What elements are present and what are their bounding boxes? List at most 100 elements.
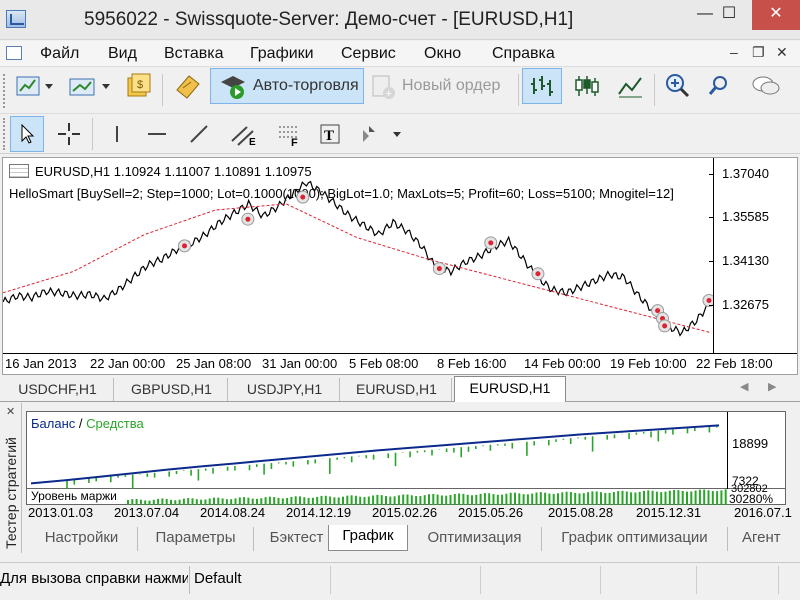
maximize-button[interactable]: ☐: [706, 0, 752, 30]
balance-line: [30, 424, 720, 485]
date-tick: 2013.07.04: [114, 505, 180, 520]
crosshair-button[interactable]: [52, 116, 86, 152]
status-separator: [696, 566, 697, 594]
trendline-button[interactable]: [182, 116, 216, 152]
profiles-button[interactable]: [64, 68, 116, 104]
trade-marker-dot: [245, 216, 251, 222]
tab-gbpusd[interactable]: GBPUSD,H1: [116, 378, 228, 401]
close-button[interactable]: ✕: [752, 0, 800, 30]
margin-bar: [333, 497, 336, 505]
toolbar-grip[interactable]: [3, 118, 6, 150]
margin-bar: [724, 489, 727, 505]
tab-usdchf[interactable]: USDCHF,H1: [2, 378, 114, 401]
strategy-tester-panel: ✕ Тестер стратегий Баланс / Средства 188…: [0, 403, 800, 557]
line-chart-button[interactable]: [610, 68, 650, 104]
price-chart[interactable]: EURUSD,H1 1.10924 1.11007 1.10891 1.1097…: [2, 157, 798, 375]
menu-help[interactable]: Справка: [492, 45, 555, 63]
trade-marker-dot: [662, 323, 668, 329]
menu-view[interactable]: Вид: [108, 45, 137, 63]
trade-marker-dot: [706, 297, 712, 303]
horizontal-line-button[interactable]: [140, 116, 174, 152]
mdi-minimize-button[interactable]: –: [730, 44, 738, 60]
margin-bar: [647, 490, 650, 505]
margin-bar: [544, 492, 547, 505]
menu-file[interactable]: Файл: [40, 45, 79, 63]
toolbar-separator: [92, 118, 93, 150]
time-tick: 14 Feb 00:00: [524, 356, 601, 371]
margin-bar: [552, 493, 555, 505]
mdi-restore-button[interactable]: ❐: [752, 44, 765, 61]
candlestick-button[interactable]: [566, 68, 606, 104]
zoom-in-button[interactable]: [658, 68, 696, 104]
price-scale[interactable]: 1.37040 1.35585 1.34130 1.32675: [709, 158, 797, 353]
trade-marker-dot: [436, 266, 442, 272]
tab-usdjpy[interactable]: USDJPY,H1: [230, 378, 340, 401]
margin-bar: [694, 490, 697, 505]
equidistant-channel-button[interactable]: E: [224, 116, 264, 152]
tab-parameters[interactable]: Параметры: [138, 527, 254, 551]
chat-button[interactable]: [746, 68, 786, 104]
meta-editor-button[interactable]: [168, 68, 206, 104]
margin-bar: [337, 497, 340, 505]
bar-chart-button[interactable]: [522, 68, 562, 104]
margin-bar: [393, 496, 396, 505]
price-tick-mark: [709, 217, 714, 218]
price-tick-mark: [709, 174, 714, 175]
margin-bar: [286, 498, 289, 505]
margin-bar: [428, 494, 430, 505]
tester-close-icon[interactable]: ✕: [6, 405, 15, 418]
status-separator: [600, 566, 601, 594]
mdi-close-button[interactable]: ✕: [776, 44, 788, 61]
zoom-in-icon: [666, 74, 690, 98]
text-button[interactable]: T: [312, 116, 348, 152]
market-watch-button[interactable]: $: [120, 68, 156, 104]
margin-bar: [668, 490, 671, 505]
margin-bar: [406, 494, 409, 505]
margin-bar: [565, 491, 568, 505]
margin-bar: [320, 495, 323, 505]
autotrading-button[interactable]: Авто-торговля: [210, 68, 364, 104]
standard-toolbar: $ Авто-торговля + Новый ордер: [0, 68, 800, 114]
metatrader-app-icon: [6, 10, 26, 28]
tab-settings[interactable]: Настройки: [26, 527, 138, 551]
balance-chart[interactable]: Баланс / Средства 18899 7322: [26, 411, 786, 490]
margin-bar: [677, 490, 680, 505]
tab-scroll-right-icon[interactable]: ▶: [768, 380, 776, 393]
cursor-button[interactable]: [10, 116, 44, 152]
menu-window[interactable]: Окно: [424, 45, 461, 63]
status-separator: [189, 566, 190, 594]
price-tick-mark: [709, 305, 714, 306]
tab-eurusd-1[interactable]: EURUSD,H1: [342, 378, 452, 401]
tab-eurusd-2[interactable]: EURUSD,H1: [454, 376, 566, 402]
margin-bar: [329, 496, 332, 505]
margin-bar: [711, 491, 714, 505]
margin-bar: [634, 492, 637, 505]
vertical-line-button[interactable]: [100, 116, 134, 152]
margin-bar: [698, 489, 701, 505]
new-chart-button[interactable]: [10, 68, 60, 104]
arrows-button[interactable]: [356, 116, 406, 152]
menu-tools[interactable]: Сервис: [341, 45, 396, 63]
menu-insert[interactable]: Вставка: [164, 45, 223, 63]
margin-bar: [303, 497, 306, 505]
fibonacci-button[interactable]: F: [270, 116, 308, 152]
trade-marker-dot: [655, 308, 661, 314]
new-chart-icon: [16, 76, 53, 96]
margin-bar: [479, 493, 482, 505]
margin-bar: [475, 494, 478, 505]
margin-bar: [324, 495, 327, 505]
search-button[interactable]: [702, 68, 736, 104]
tab-optimization[interactable]: Оптимизация: [408, 527, 542, 551]
menu-charts[interactable]: Графики: [250, 45, 314, 63]
tab-scroll-left-icon[interactable]: ◀: [740, 380, 748, 393]
toolbar-grip[interactable]: [3, 74, 6, 108]
status-separator: [330, 566, 331, 594]
new-order-button[interactable]: + Новый ордер: [368, 68, 514, 104]
chart-window-icon[interactable]: [6, 46, 22, 60]
tab-agents[interactable]: Агент: [730, 527, 800, 551]
balance-tick: 18899: [732, 436, 769, 451]
margin-bar: [501, 494, 504, 505]
tab-graph[interactable]: График: [328, 525, 408, 551]
margin-bar: [238, 497, 241, 505]
tab-optimization-graph[interactable]: График оптимизации: [542, 527, 728, 551]
